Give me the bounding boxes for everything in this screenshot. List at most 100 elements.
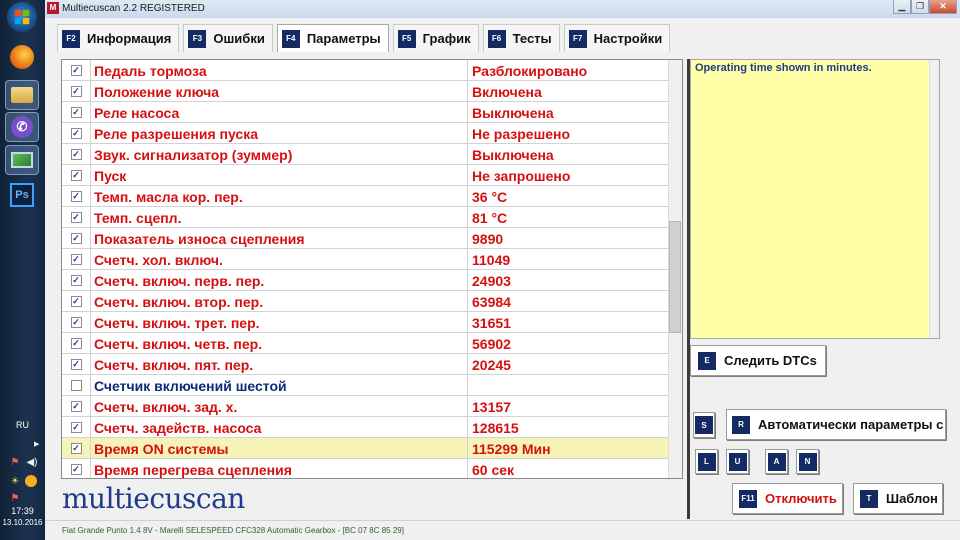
tab-1[interactable]: F3 Ошибки (183, 24, 273, 52)
param-name: Звук. сигнализатор (зуммер) (94, 147, 293, 163)
language-indicator[interactable]: RU (0, 420, 45, 430)
table-row[interactable]: ✓ Реле насоса Выключена (62, 102, 668, 123)
table-row[interactable]: ✓ Счетч. включ. четв. пер. 56902 (62, 333, 668, 354)
table-row[interactable]: ✓ Счетч. включ. зад. х. 13157 (62, 396, 668, 417)
table-row[interactable]: ✓ Педаль тормоза Разблокировано (62, 60, 668, 81)
maximize-button[interactable]: ❐ (911, 0, 929, 14)
a-button[interactable]: A (765, 449, 788, 474)
clock-date[interactable]: 13.10.2016 (0, 518, 45, 527)
volume-icon[interactable]: ◀) (25, 456, 39, 468)
tray-expand-icon[interactable]: ▶ (34, 440, 39, 448)
table-row[interactable]: ✓ Время ON системы 115299 Мин (62, 438, 668, 459)
table-row[interactable]: ✓ Звук. сигнализатор (зуммер) Выключена (62, 144, 668, 165)
param-checkbox[interactable]: ✓ (70, 338, 82, 349)
tab-0[interactable]: F2 Информация (57, 24, 180, 52)
param-value: 36 °C (467, 186, 668, 207)
param-name: Счетч. включ. четв. пер. (94, 336, 263, 352)
param-checkbox[interactable]: ✓ (70, 443, 82, 454)
table-scrollbar-thumb[interactable] (669, 221, 681, 333)
param-checkbox[interactable]: ✓ (70, 128, 82, 139)
param-checkbox[interactable]: ✓ (70, 170, 82, 181)
key-badge: R (732, 415, 750, 434)
param-name: Счетч. включ. трет. пер. (94, 315, 260, 331)
param-value: Выключена (467, 144, 668, 165)
title-bar[interactable]: M Multiecuscan 2.2 REGISTERED ▁ ❐ ✕ (45, 0, 960, 18)
tab-5[interactable]: F7 Настройки (563, 24, 671, 52)
template-label: Шаблон (886, 491, 938, 506)
param-checkbox[interactable]: ✓ (70, 317, 82, 328)
table-row[interactable]: ✓ Счетч. хол. включ. 11049 (62, 249, 668, 270)
table-row[interactable]: ✓ Реле разрешения пуска Не разрешено (62, 123, 668, 144)
param-checkbox[interactable] (70, 380, 82, 391)
disconnect-button[interactable]: F11 Отключить (732, 483, 843, 514)
key-badge: N (798, 452, 817, 471)
clock-icon[interactable] (25, 475, 37, 487)
param-checkbox[interactable]: ✓ (70, 149, 82, 160)
template-button[interactable]: T Шаблон (853, 483, 943, 514)
param-checkbox[interactable]: ✓ (70, 422, 82, 433)
param-value: Включена (467, 81, 668, 102)
u-button[interactable]: U (726, 449, 749, 474)
tab-3[interactable]: F5 График (392, 24, 479, 52)
firefox-icon[interactable] (5, 42, 39, 72)
param-checkbox[interactable]: ✓ (70, 233, 82, 244)
info-panel: Operating time shown in minutes. (690, 59, 940, 339)
param-checkbox[interactable]: ✓ (70, 254, 82, 265)
photoshop-icon[interactable]: Ps (5, 180, 39, 210)
table-row[interactable]: Счетчик включений шестой (62, 375, 668, 396)
tab-label: График (422, 31, 471, 46)
table-row[interactable]: ✓ Показатель износа сцепления 9890 (62, 228, 668, 249)
monitor-icon[interactable] (5, 145, 39, 175)
param-checkbox[interactable]: ✓ (70, 296, 82, 307)
param-checkbox[interactable]: ✓ (70, 86, 82, 97)
tab-2[interactable]: F4 Параметры (276, 24, 389, 52)
param-checkbox[interactable]: ✓ (70, 401, 82, 412)
param-checkbox[interactable]: ✓ (70, 191, 82, 202)
param-name: Счетчик включений шестой (94, 378, 287, 394)
param-name: Счетч. включ. перв. пер. (94, 273, 265, 289)
param-checkbox[interactable]: ✓ (70, 359, 82, 370)
table-row[interactable]: ✓ Положение ключа Включена (62, 81, 668, 102)
minimize-button[interactable]: ▁ (893, 0, 911, 14)
viber-icon[interactable]: ✆ (5, 112, 39, 142)
table-row[interactable]: ✓ Счетч. включ. трет. пер. 31651 (62, 312, 668, 333)
param-checkbox[interactable]: ✓ (70, 464, 82, 475)
checkbox-cell: ✓ (62, 123, 91, 144)
table-row[interactable]: ✓ Темп. масла кор. пер. 36 °C (62, 186, 668, 207)
param-name: Время ON системы (94, 441, 229, 457)
folder-icon[interactable] (5, 80, 39, 110)
window-title: Multiecuscan 2.2 REGISTERED (62, 3, 205, 14)
checkbox-cell: ✓ (62, 249, 91, 270)
checkbox-cell: ✓ (62, 165, 91, 186)
clock-time[interactable]: 17:39 (0, 506, 45, 516)
close-button[interactable]: ✕ (929, 0, 957, 14)
tab-4[interactable]: F6 Тесты (482, 24, 560, 52)
param-value: 115299 Мин (467, 438, 668, 459)
n-button[interactable]: N (796, 449, 819, 474)
info-scrollbar[interactable] (929, 60, 939, 338)
table-row[interactable]: ✓ Время перегрева сцепления 60 сек (62, 459, 668, 478)
checkbox-cell: ✓ (62, 207, 91, 228)
auto-params-button[interactable]: R Автоматически параметры с (726, 409, 946, 440)
param-checkbox[interactable]: ✓ (70, 212, 82, 223)
action-center-icon[interactable]: ⚑ (8, 492, 22, 504)
table-row[interactable]: ✓ Темп. сцепл. 81 °C (62, 207, 668, 228)
s-button[interactable]: S (693, 412, 715, 438)
key-badge: A (767, 452, 786, 471)
watch-dtc-button[interactable]: E Следить DTCs (690, 345, 826, 376)
table-row[interactable]: ✓ Счетч. включ. втор. пер. 63984 (62, 291, 668, 312)
brightness-icon[interactable]: ☀ (8, 475, 22, 487)
flag-icon[interactable]: ⚑ (8, 456, 22, 468)
l-button[interactable]: L (695, 449, 718, 474)
table-row[interactable]: ✓ Пуск Не запрошено (62, 165, 668, 186)
param-checkbox[interactable]: ✓ (70, 65, 82, 76)
table-row[interactable]: ✓ Счетч. включ. пят. пер. 20245 (62, 354, 668, 375)
param-value: 81 °C (467, 207, 668, 228)
param-checkbox[interactable]: ✓ (70, 275, 82, 286)
param-checkbox[interactable]: ✓ (70, 107, 82, 118)
param-value: 11049 (467, 249, 668, 270)
windows-start-icon[interactable] (7, 2, 37, 32)
table-row[interactable]: ✓ Счетч. включ. перв. пер. 24903 (62, 270, 668, 291)
param-name: Пуск (94, 168, 127, 184)
table-row[interactable]: ✓ Счетч. задейств. насоса 128615 (62, 417, 668, 438)
